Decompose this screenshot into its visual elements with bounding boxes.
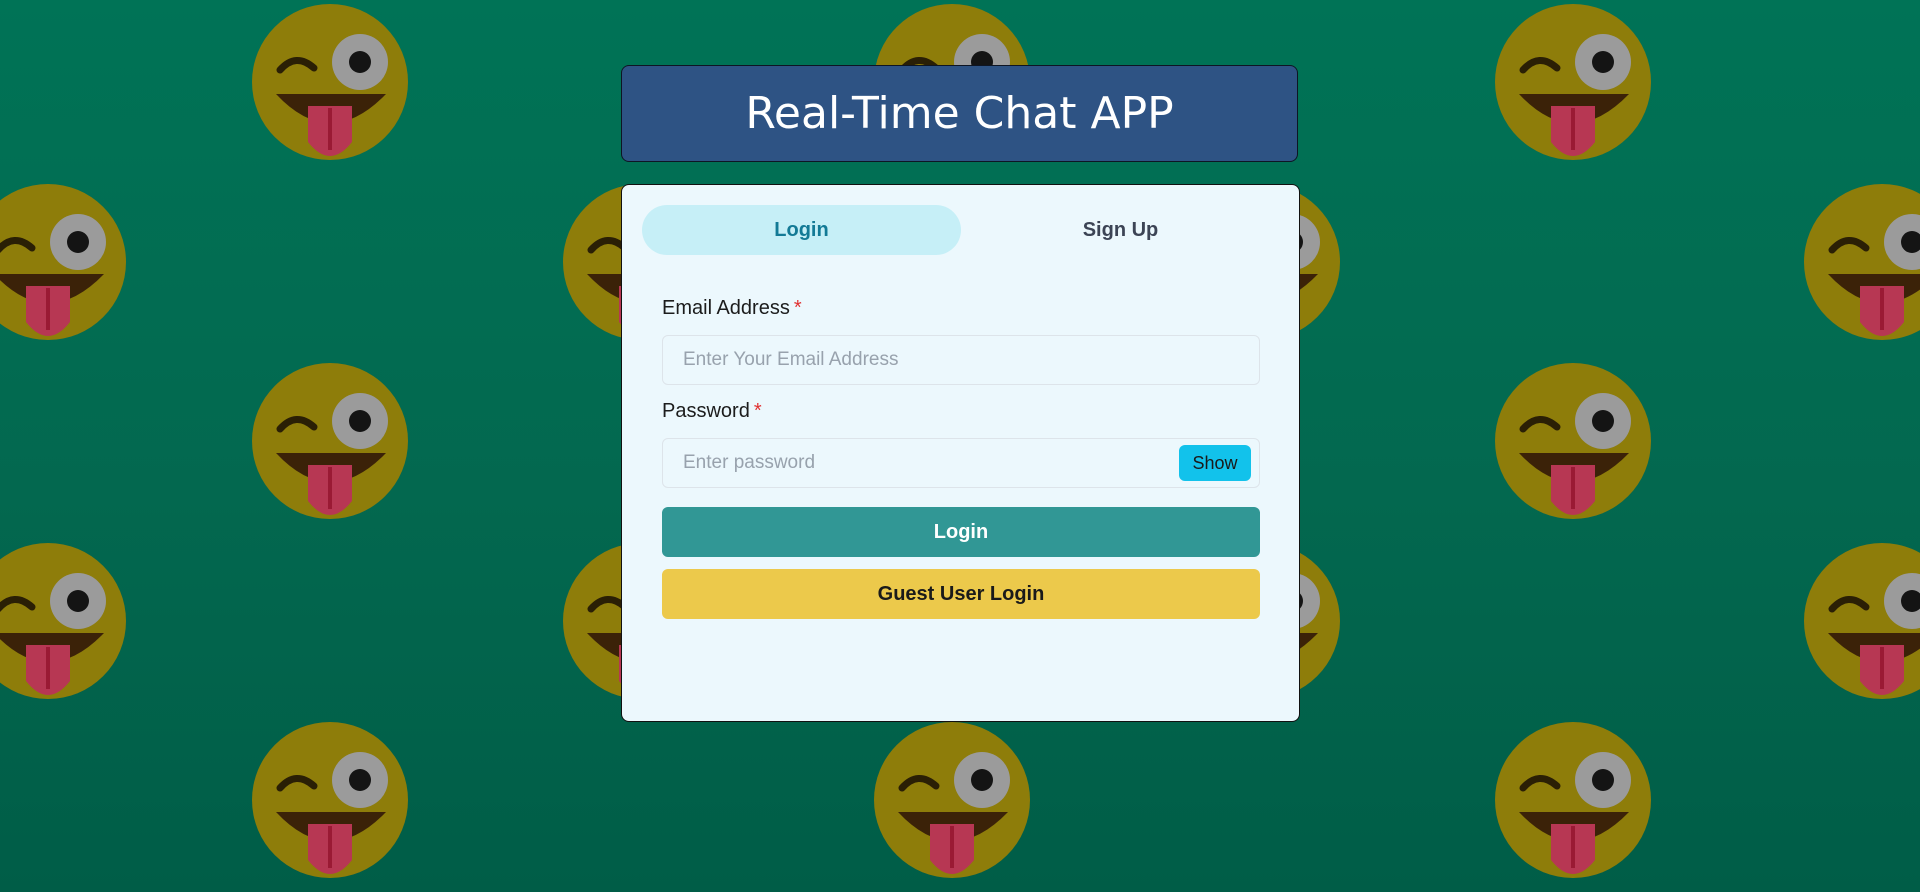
- required-mark: *: [753, 400, 762, 422]
- winking-tongue-emoji-icon: [1493, 361, 1653, 521]
- email-field-box: [662, 335, 1260, 385]
- login-button[interactable]: Login: [662, 507, 1260, 557]
- winking-tongue-emoji-icon: [250, 2, 410, 162]
- winking-tongue-emoji-icon: [250, 361, 410, 521]
- auth-card: Login Sign Up Email Address* Password* S…: [621, 184, 1300, 722]
- winking-tongue-emoji-icon: [1802, 541, 1920, 701]
- winking-tongue-emoji-icon: [1493, 2, 1653, 162]
- auth-tabs: Login Sign Up: [642, 205, 1280, 255]
- tab-login[interactable]: Login: [642, 205, 961, 255]
- show-password-button[interactable]: Show: [1179, 445, 1251, 481]
- winking-tongue-emoji-icon: [872, 720, 1032, 880]
- winking-tongue-emoji-icon: [1493, 720, 1653, 880]
- email-field[interactable]: [663, 336, 1259, 384]
- email-label-text: Email Address: [662, 297, 790, 319]
- winking-tongue-emoji-icon: [250, 720, 410, 880]
- required-mark: *: [793, 297, 802, 319]
- tab-sign-up[interactable]: Sign Up: [961, 205, 1280, 255]
- winking-tongue-emoji-icon: [1802, 182, 1920, 342]
- password-field-box: Show: [662, 438, 1260, 488]
- winking-tongue-emoji-icon: [0, 541, 128, 701]
- email-label: Email Address *: [662, 297, 802, 320]
- password-label: Password *: [662, 400, 762, 423]
- app-header: Real-Time Chat APP: [621, 65, 1298, 162]
- password-label-text: Password: [662, 400, 750, 422]
- app-title: Real-Time Chat APP: [745, 88, 1174, 139]
- winking-tongue-emoji-icon: [0, 182, 128, 342]
- guest-login-button[interactable]: Guest User Login: [662, 569, 1260, 619]
- password-field[interactable]: [663, 439, 1259, 487]
